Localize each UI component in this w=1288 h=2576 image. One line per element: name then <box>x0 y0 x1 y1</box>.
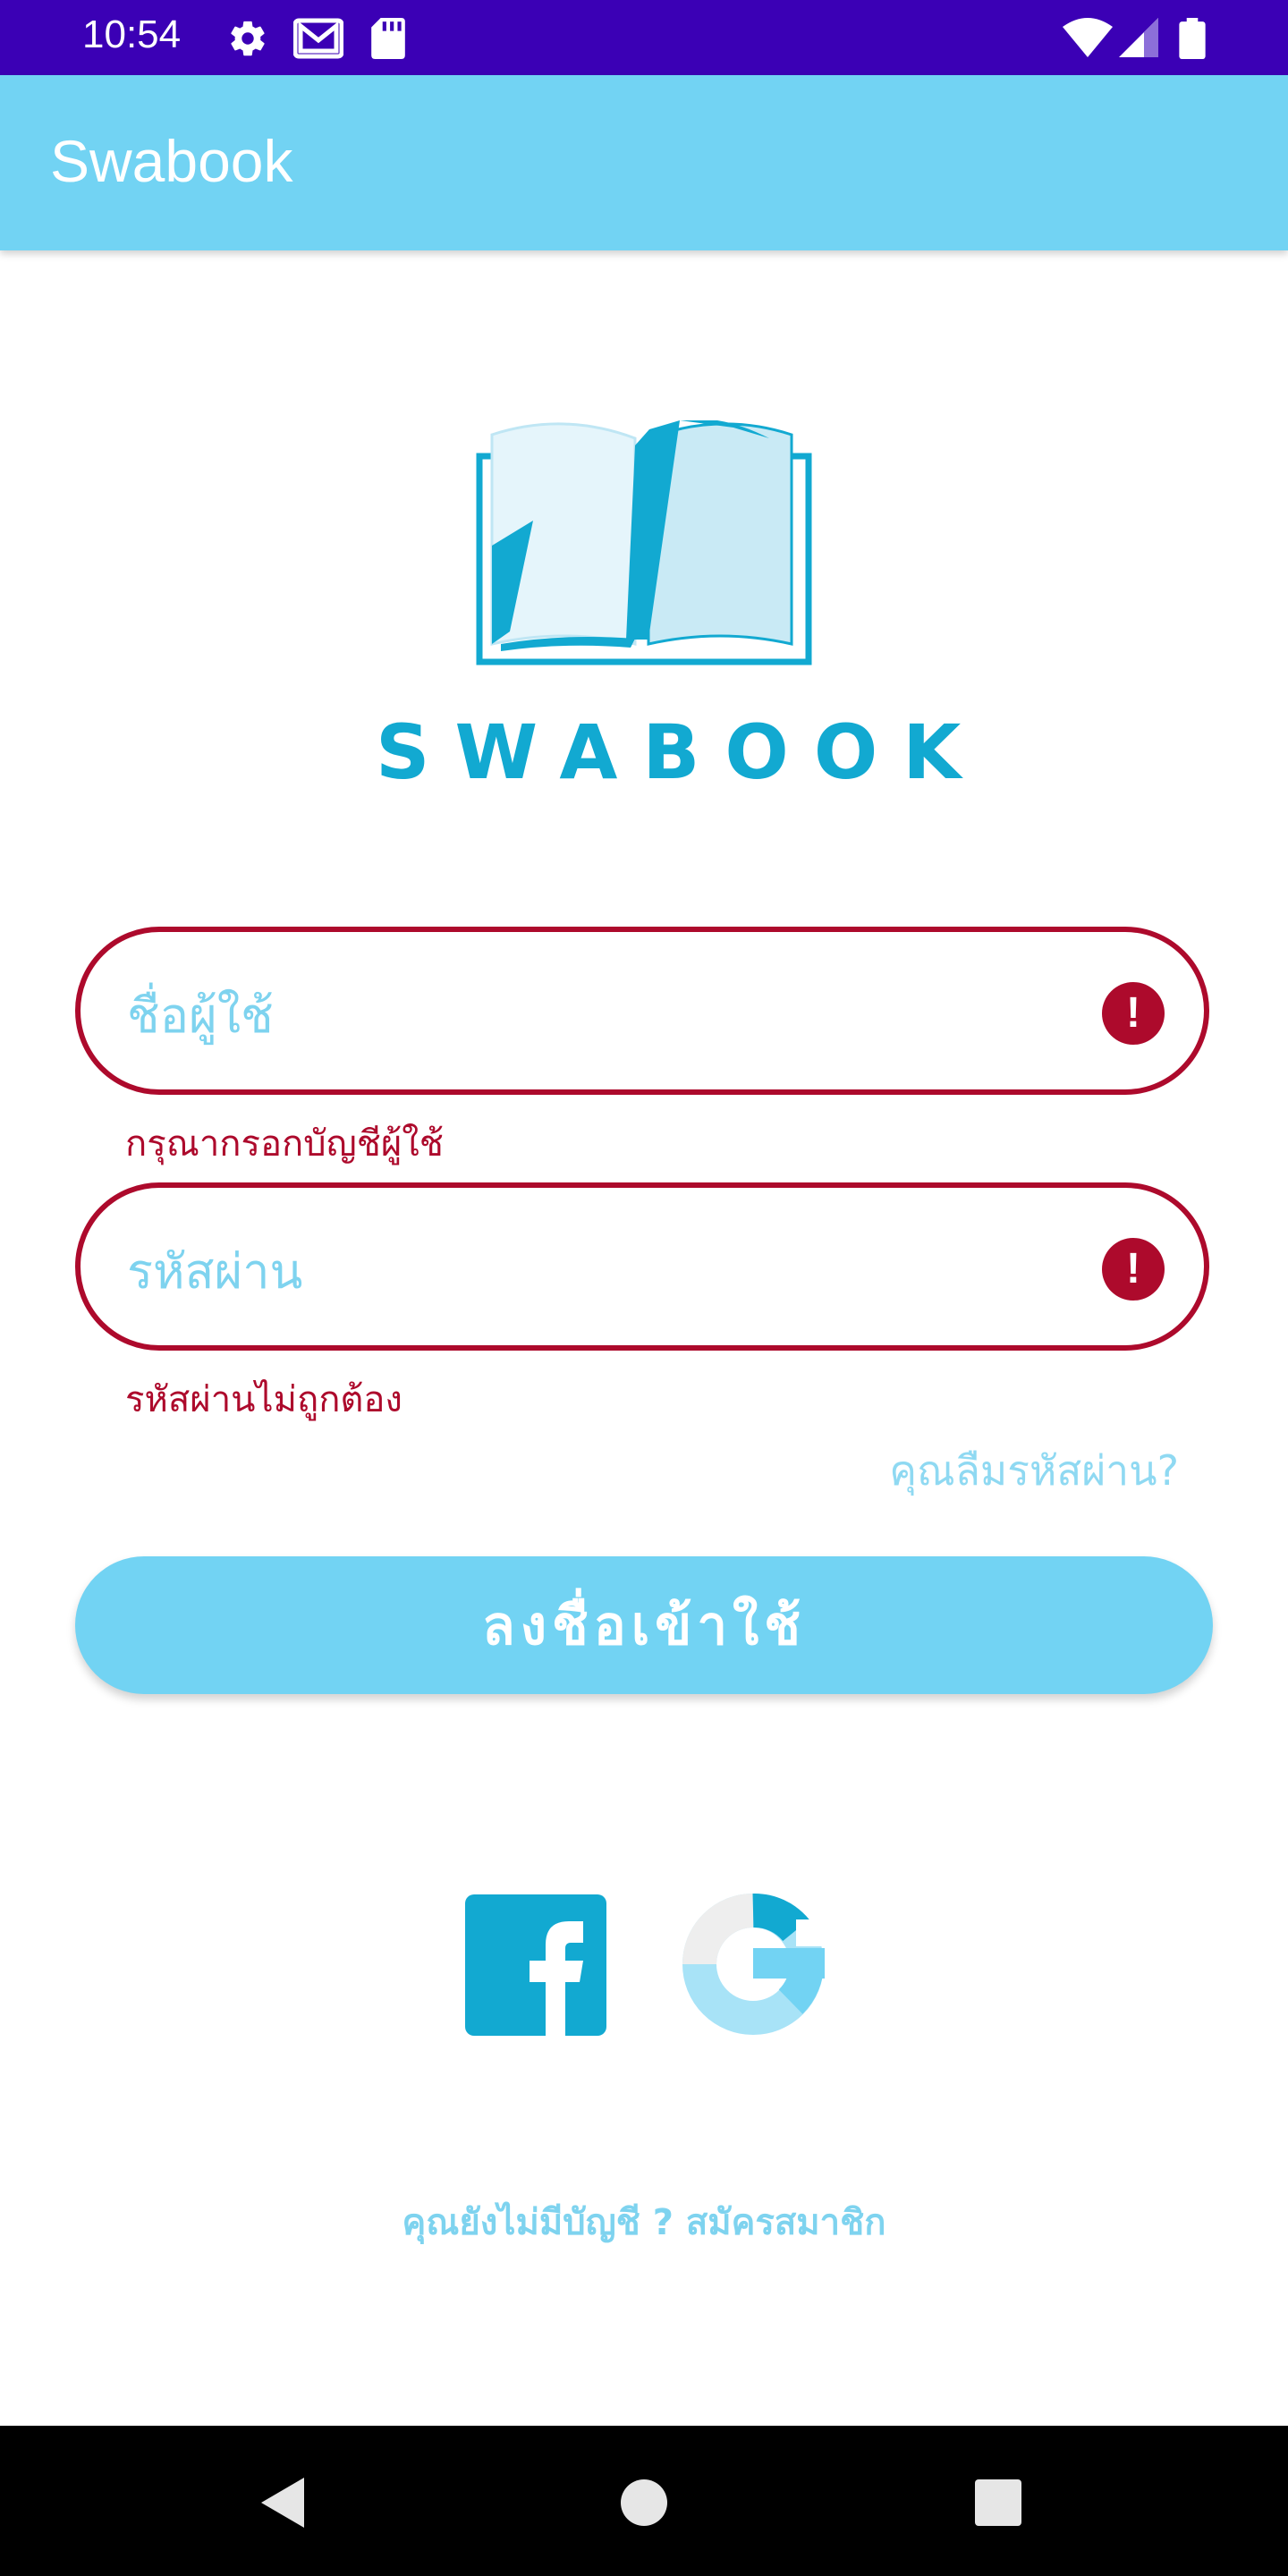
app-title: Swabook <box>50 128 293 194</box>
login-button[interactable]: ลงชื่อเข้าใช้ <box>75 1556 1213 1694</box>
app-bar: Swabook <box>0 75 1288 250</box>
navigation-bar <box>0 2426 1288 2576</box>
battery-icon <box>1179 18 1206 59</box>
username-placeholder: ชื่อผู้ใช้ <box>127 987 274 1044</box>
home-icon[interactable] <box>621 2479 667 2526</box>
logo-wordmark: SWABOOK <box>376 708 987 796</box>
signup-link[interactable]: คุณยังไม่มีบัญชี ? สมัครสมาชิก <box>0 2193 1288 2250</box>
google-login-button[interactable] <box>682 1893 825 2036</box>
sd-card-icon <box>371 18 405 59</box>
username-field[interactable]: ชื่อผู้ใช้ ! <box>75 927 1209 1095</box>
status-time: 10:54 <box>82 13 182 56</box>
gear-icon <box>231 21 265 56</box>
username-error-text: กรุณากรอกบัญชีผู้ใช้ <box>125 1123 444 1165</box>
forgot-password-link[interactable]: คุณลืมรหัสผ่าน? <box>889 1438 1179 1504</box>
password-error-text: รหัสผ่านไม่ถูกต้อง <box>125 1379 402 1420</box>
cellular-signal-icon <box>1119 18 1158 57</box>
back-icon[interactable] <box>261 2478 308 2528</box>
password-placeholder: รหัสผ่าน <box>127 1243 303 1300</box>
password-exclamation-icon: ! <box>1102 1238 1165 1301</box>
open-book-logo <box>476 420 812 665</box>
gmail-icon <box>293 18 343 59</box>
google-icon <box>682 1894 825 2035</box>
facebook-icon <box>530 1921 583 2036</box>
username-exclamation-icon: ! <box>1102 982 1165 1045</box>
password-field[interactable]: รหัสผ่าน ! <box>75 1182 1209 1351</box>
facebook-login-button[interactable] <box>465 1894 606 2036</box>
wifi-icon <box>1063 18 1113 57</box>
status-bar: 10:54 <box>0 0 1288 75</box>
recents-icon[interactable] <box>975 2479 1021 2526</box>
